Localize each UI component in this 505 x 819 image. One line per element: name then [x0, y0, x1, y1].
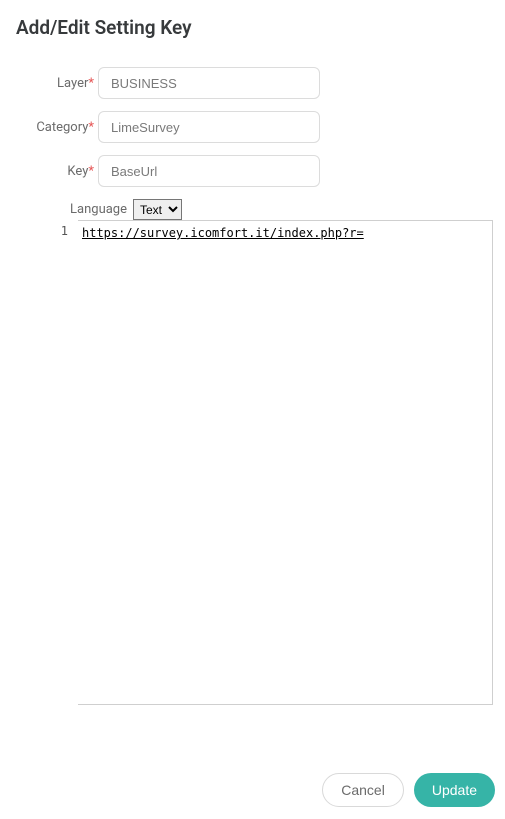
language-select[interactable]: Text [133, 199, 182, 220]
form-area: Layer* Category* Key* Language Text 1 ht… [0, 39, 505, 705]
code-line[interactable]: https://survey.icomfort.it/index.php?r= [82, 226, 364, 240]
label-category-text: Category [36, 120, 88, 135]
required-marker: * [88, 76, 94, 91]
key-input[interactable] [98, 155, 320, 187]
code-editor: 1 https://survey.icomfort.it/index.php?r… [14, 220, 491, 705]
label-layer: Layer* [14, 76, 98, 91]
row-category: Category* [14, 111, 491, 143]
update-button[interactable]: Update [414, 773, 495, 807]
row-language: Language Text [14, 199, 491, 220]
required-marker: * [88, 164, 94, 179]
code-area[interactable]: https://survey.icomfort.it/index.php?r= [78, 220, 493, 705]
label-layer-text: Layer [57, 76, 88, 91]
category-input[interactable] [98, 111, 320, 143]
row-layer: Layer* [14, 67, 491, 99]
cancel-button[interactable]: Cancel [322, 773, 404, 807]
required-marker: * [88, 120, 94, 135]
gutter-line-number: 1 [14, 224, 68, 238]
label-key: Key* [14, 164, 98, 179]
gutter: 1 [14, 220, 78, 705]
label-category: Category* [14, 120, 98, 135]
footer: Cancel Update [322, 773, 495, 807]
layer-input[interactable] [98, 67, 320, 99]
label-key-text: Key [67, 164, 88, 179]
page-title: Add/Edit Setting Key [0, 0, 505, 39]
row-key: Key* [14, 155, 491, 187]
label-language: Language [14, 202, 133, 217]
